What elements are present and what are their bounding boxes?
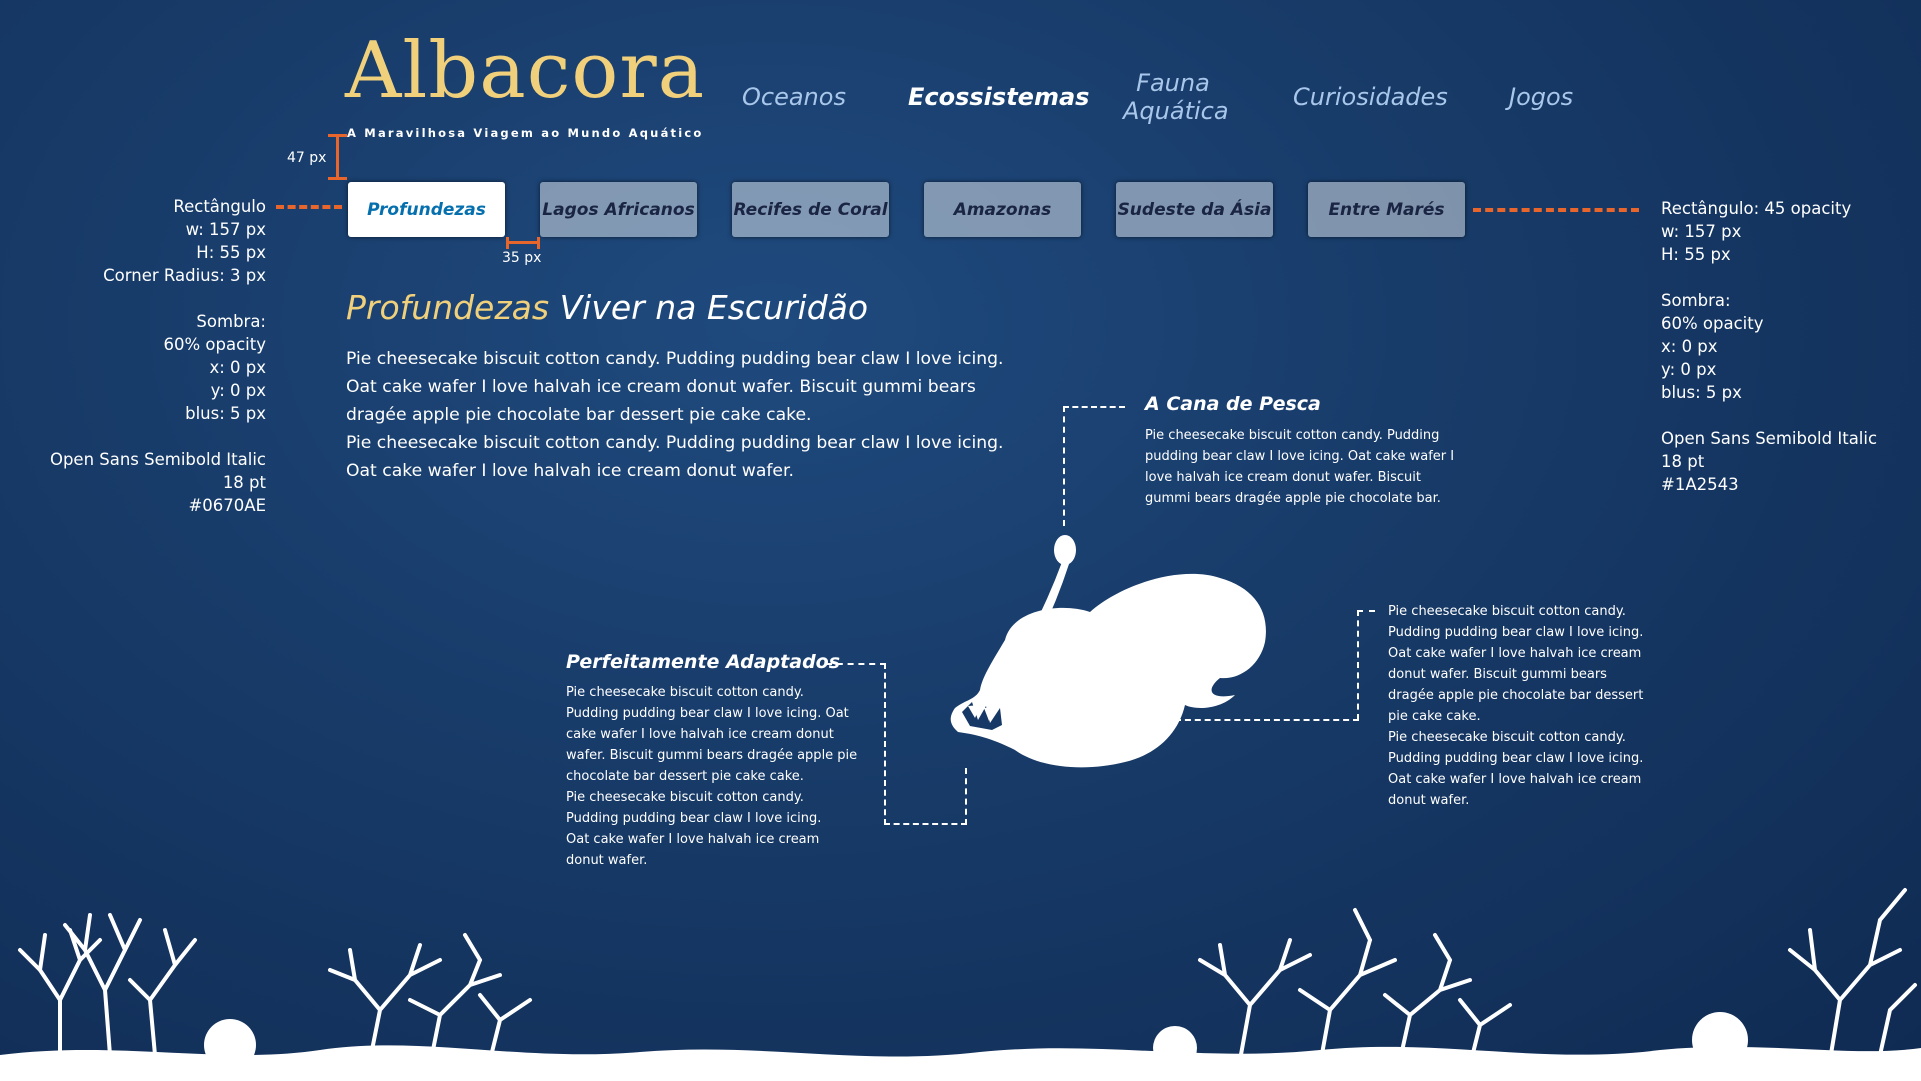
callout-right-line: dragée apple pie chocolate bar dessert: [1388, 688, 1644, 703]
callout-pesca-line: pudding bear claw I love icing. Oat cake…: [1145, 449, 1455, 464]
annotation-left-line: w: 157 px: [185, 220, 266, 239]
callout-right-text: Pie cheesecake biscuit cotton candy. Pud…: [1388, 601, 1678, 811]
intro-line: Pie cheesecake biscuit cotton candy. Pud…: [346, 349, 1004, 369]
callout-adaptados-line: Pie cheesecake biscuit cotton candy.: [566, 685, 804, 700]
callout-adaptados-line: chocolate bar dessert pie cake cake.: [566, 769, 804, 784]
callout-right-line: Oat cake wafer I love halvah ice cream: [1388, 646, 1642, 661]
callout-pesca-connector-h: [1063, 406, 1125, 408]
annotation-right: Rectângulo: 45 opacity w: 157 px H: 55 p…: [1661, 197, 1877, 496]
nav-item-curiosidades[interactable]: Curiosidades: [1293, 83, 1448, 112]
annotation-left-spacer: [50, 425, 266, 448]
intro-text: Pie cheesecake biscuit cotton candy. Pud…: [346, 345, 1026, 485]
measure-horizontal-cap-right: [537, 237, 540, 249]
callout-right-line: Pie cheesecake biscuit cotton candy.: [1388, 730, 1626, 745]
annotation-left-line: H: 55 px: [196, 243, 266, 262]
annotation-left-line: 60% opacity: [163, 335, 267, 354]
annotation-right-line: Sombra:: [1661, 291, 1731, 310]
annotation-right-line: #1A2543: [1661, 475, 1739, 494]
annotation-right-line: Rectângulo: 45 opacity: [1661, 199, 1852, 218]
callout-right-connector-v: [1357, 610, 1359, 720]
callout-pesca-line: love halvah ice cream donut wafer. Biscu…: [1145, 470, 1421, 485]
tab-entre-mares[interactable]: Entre Marés: [1308, 182, 1465, 237]
nav-item-ecossistemas[interactable]: Ecossistemas: [908, 83, 1089, 112]
annotation-left-line: Rectângulo: [173, 197, 266, 216]
annotation-right-line: H: 55 px: [1661, 245, 1731, 264]
annotation-left-line: #0670AE: [188, 496, 266, 515]
nav-item-jogos[interactable]: Jogos: [1509, 83, 1573, 112]
intro-line: Oat cake wafer I love halvah ice cream d…: [346, 377, 976, 397]
callout-right-line: Pudding pudding bear claw I love icing.: [1388, 625, 1644, 640]
callout-right-line: pie cake cake.: [1388, 709, 1481, 724]
callout-right-connector-h1: [1357, 610, 1375, 612]
callout-right-line: donut wafer. Biscuit gummi bears: [1388, 667, 1607, 682]
logo-title[interactable]: Albacora: [345, 32, 705, 110]
annotation-left: Rectângulo w: 157 px H: 55 px Corner Rad…: [50, 195, 266, 517]
measure-vertical-cap-bottom: [328, 177, 347, 180]
callout-adaptados-line: cake wafer I love halvah ice cream donut: [566, 727, 834, 742]
annotation-right-line: x: 0 px: [1661, 337, 1718, 356]
annotation-right-line: w: 157 px: [1661, 222, 1742, 241]
anglerfish-silhouette-icon: [950, 535, 1266, 768]
annotation-left-line: y: 0 px: [210, 381, 266, 400]
annotation-left-spacer: [50, 287, 266, 310]
measure-horizontal-line: [506, 241, 540, 244]
annotation-left-line: x: 0 px: [209, 358, 266, 377]
page-heading-rest: Viver na Escuridão: [559, 288, 869, 327]
measure-vertical-cap-top: [328, 134, 347, 137]
intro-line: Oat cake wafer I love halvah ice cream d…: [346, 461, 794, 481]
tab-profundezas[interactable]: Profundezas: [348, 182, 505, 237]
callout-pesca-text: Pie cheesecake biscuit cotton candy. Pud…: [1145, 425, 1465, 509]
annotation-right-line: blus: 5 px: [1661, 383, 1742, 402]
annotation-right-line: Open Sans Semibold Italic: [1661, 429, 1878, 448]
annotation-left-line: Corner Radius: 3 px: [103, 266, 266, 285]
annotation-right-line: 60% opacity: [1661, 314, 1764, 333]
annotation-right-spacer: [1661, 266, 1877, 289]
measure-vertical-label: 47 px: [287, 150, 327, 166]
nav-item-fauna-line2: Aquática: [1123, 96, 1229, 125]
intro-line: dragée apple pie chocolate bar dessert p…: [346, 405, 812, 425]
callout-adaptados-connector-h1: [826, 663, 886, 665]
callout-right-line: Pudding pudding bear claw I love icing.: [1388, 751, 1644, 766]
page-heading: Profundezas Viver na Escuridão: [346, 288, 868, 327]
annotation-left-line: 18 pt: [222, 473, 266, 492]
tab-recifes-de-coral[interactable]: Recifes de Coral: [732, 182, 889, 237]
annotation-right-line: y: 0 px: [1661, 360, 1717, 379]
callout-right-line: Oat cake wafer I love halvah ice cream: [1388, 772, 1642, 787]
annotation-left-line: Sombra:: [196, 312, 266, 331]
tab-amazonas[interactable]: Amazonas: [924, 182, 1081, 237]
logo-subtitle: A Maravilhosa Viagem ao Mundo Aquático: [347, 126, 704, 140]
measure-vertical-line: [336, 134, 339, 180]
annotation-connector-right: [1473, 208, 1639, 212]
callout-right-line: Pie cheesecake biscuit cotton candy.: [1388, 604, 1626, 619]
annotation-right-line: 18 pt: [1661, 452, 1705, 471]
callout-pesca-line: Pie cheesecake biscuit cotton candy. Pud…: [1145, 428, 1440, 443]
annotation-connector-left: [276, 205, 342, 209]
callout-adaptados-line: wafer. Biscuit gummi bears dragée apple …: [566, 748, 858, 763]
callout-pesca-title: A Cana de Pesca: [1145, 393, 1321, 415]
nav-item-fauna-line1: Fauna: [1136, 69, 1210, 97]
annotation-left-line: blus: 5 px: [185, 404, 266, 423]
callout-adaptados-title: Perfeitamente Adaptados: [566, 651, 841, 673]
nav-item-oceanos[interactable]: Oceanos: [742, 83, 846, 112]
annotation-left-line: Open Sans Semibold Italic: [49, 450, 266, 469]
callout-pesca-connector-v: [1063, 406, 1065, 526]
tab-lagos-africanos[interactable]: Lagos Africanos: [540, 182, 697, 237]
callout-adaptados-line: Pudding pudding bear claw I love icing. …: [566, 706, 849, 721]
page-heading-accent: Profundezas: [346, 288, 550, 327]
tab-sudeste-da-asia[interactable]: Sudeste da Ásia: [1116, 182, 1273, 237]
annotation-right-spacer: [1661, 404, 1877, 427]
callout-pesca-line: gummi bears dragée apple pie chocolate b…: [1145, 491, 1441, 506]
nav-item-fauna-aquatica[interactable]: Fauna Aquática: [1123, 69, 1229, 125]
coral-silhouette-icon: [0, 888, 1921, 1081]
intro-line: Pie cheesecake biscuit cotton candy. Pud…: [346, 433, 1004, 453]
measure-horizontal-label: 35 px: [502, 250, 542, 266]
